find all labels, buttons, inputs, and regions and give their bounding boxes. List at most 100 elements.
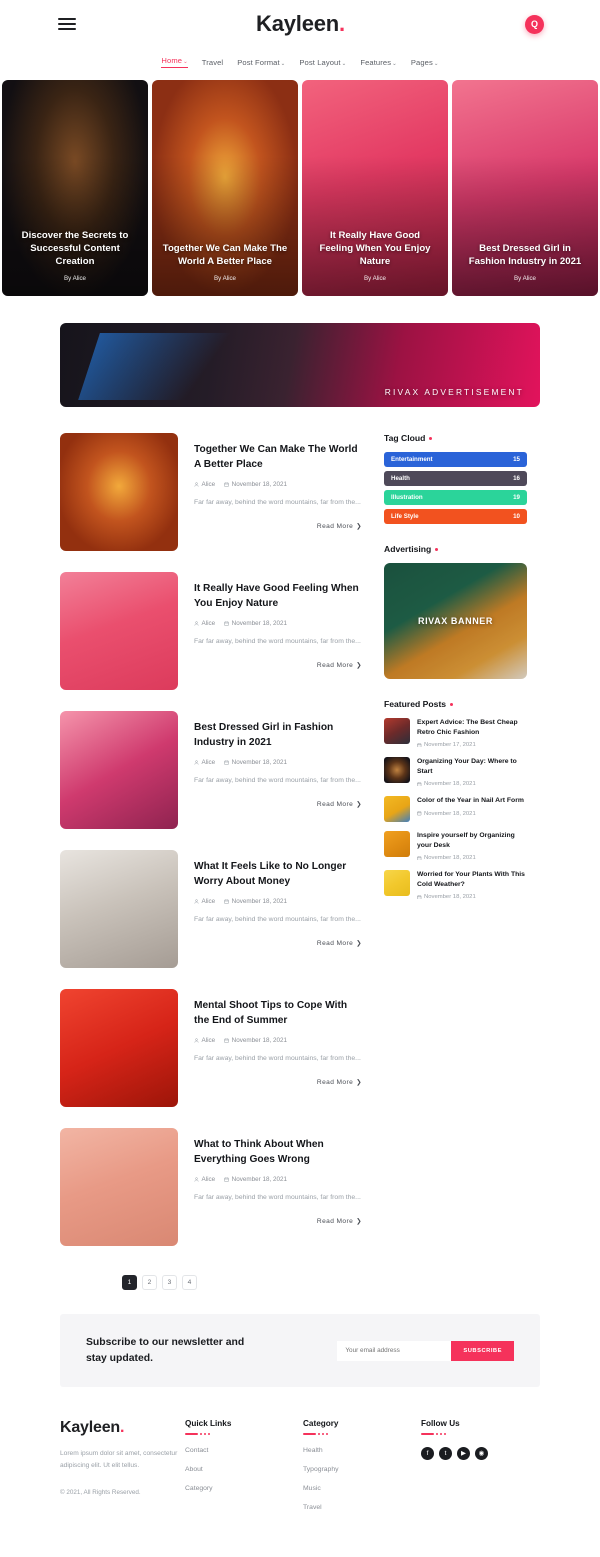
nav-item-pages[interactable]: Pages⌄ xyxy=(411,58,439,67)
footer-logo[interactable]: Kayleen. xyxy=(60,1419,185,1437)
tag-count: 15 xyxy=(513,456,520,463)
chevron-down-icon: ⌄ xyxy=(280,60,286,67)
instagram-icon[interactable]: ◉ xyxy=(475,1446,488,1460)
post-date: November 18, 2021 xyxy=(224,620,287,627)
nav-item-features[interactable]: Features⌄ xyxy=(360,58,397,67)
nav-item-label: Post Format xyxy=(237,57,280,67)
footer-link[interactable]: Travel xyxy=(303,1504,421,1511)
featured-post-item[interactable]: Inspire yourself by Organizing your Desk… xyxy=(384,831,527,861)
tag-list: Entertainment 15 Health 16 Illustration … xyxy=(384,452,527,524)
calendar-icon xyxy=(224,760,229,765)
footer-heading: Category xyxy=(303,1419,339,1428)
logo-dot: . xyxy=(339,11,345,36)
read-more-link[interactable]: Read More ❯ xyxy=(194,1078,362,1086)
chevron-right-icon: ❯ xyxy=(356,800,362,808)
nav-item-post-layout[interactable]: Post Layout⌄ xyxy=(299,58,346,67)
footer-link[interactable]: About xyxy=(185,1466,303,1473)
calendar-icon xyxy=(224,621,229,626)
footer-link[interactable]: Music xyxy=(303,1485,421,1492)
site-logo[interactable]: Kayleen. xyxy=(256,11,345,37)
featured-post-title: Organizing Your Day: Where to Start xyxy=(417,758,517,775)
post-title[interactable]: Together We Can Make The World A Better … xyxy=(194,443,362,473)
featured-post-item[interactable]: Organizing Your Day: Where to Start Nove… xyxy=(384,757,527,787)
widget-tag-cloud: Tag Cloud Entertainment 15 Health 16 Ill… xyxy=(384,433,527,524)
widget-title: Advertising xyxy=(384,544,527,554)
post-author-name: Alice xyxy=(201,758,216,766)
featured-post-date: November 18, 2021 xyxy=(417,811,524,817)
post-date-text: November 18, 2021 xyxy=(231,1175,287,1183)
newsletter-section: Subscribe to our newsletter and stay upd… xyxy=(0,1290,600,1387)
twitter-icon[interactable]: t xyxy=(439,1446,452,1460)
post-body: Together We Can Make The World A Better … xyxy=(194,433,362,551)
search-icon[interactable]: Q xyxy=(525,14,544,34)
post-item: Mental Shoot Tips to Cope With the End o… xyxy=(60,989,362,1107)
footer-heading: Quick Links xyxy=(185,1419,232,1428)
post-title[interactable]: What to Think About When Everything Goes… xyxy=(194,1138,362,1168)
post-title[interactable]: Mental Shoot Tips to Cope With the End o… xyxy=(194,999,362,1029)
nav-item-label: Pages xyxy=(410,57,433,67)
read-more-link[interactable]: Read More ❯ xyxy=(194,1217,362,1225)
hamburger-bar xyxy=(58,23,76,25)
featured-post-item[interactable]: Worried for Your Plants With This Cold W… xyxy=(384,870,527,900)
search-glyph: Q xyxy=(530,19,538,29)
nav-item-travel[interactable]: Travel xyxy=(202,58,223,67)
sidebar: Tag Cloud Entertainment 15 Health 16 Ill… xyxy=(384,433,527,920)
heading-underline xyxy=(185,1433,303,1435)
featured-post-date-text: November 18, 2021 xyxy=(424,781,476,788)
advertisement-banner[interactable]: RIVAX ADVERTISEMENT xyxy=(60,323,540,407)
featured-post-title: Expert Advice: The Best Cheap Retro Chic… xyxy=(417,719,518,736)
post-title[interactable]: It Really Have Good Feeling When You Enj… xyxy=(194,582,362,612)
tag-item[interactable]: Entertainment 15 xyxy=(384,452,527,467)
post-title[interactable]: What It Feels Like to No Longer Worry Ab… xyxy=(194,860,362,890)
post-meta: Alice November 18, 2021 xyxy=(194,481,362,488)
featured-post-item[interactable]: Expert Advice: The Best Cheap Retro Chic… xyxy=(384,718,527,748)
footer-link[interactable]: Category xyxy=(185,1485,303,1492)
post-thumbnail[interactable] xyxy=(60,711,178,829)
post-date: November 18, 2021 xyxy=(224,481,287,488)
footer-category: Category Health Typography Music Travel xyxy=(303,1419,421,1523)
read-more-label: Read More xyxy=(316,939,354,947)
post-thumbnail[interactable] xyxy=(60,989,178,1107)
heading-underline xyxy=(303,1433,421,1435)
pagination-page-3[interactable]: 3 xyxy=(162,1275,177,1290)
read-more-link[interactable]: Read More ❯ xyxy=(194,522,362,530)
sidebar-ad-banner[interactable]: RIVAX BANNER xyxy=(384,563,527,679)
social-links: f t ▶ ◉ xyxy=(421,1446,539,1460)
post-thumbnail[interactable] xyxy=(60,1128,178,1246)
hamburger-icon[interactable] xyxy=(58,18,76,30)
subscribe-button[interactable]: SUBSCRIBE xyxy=(451,1340,514,1361)
footer-heading: Follow Us xyxy=(421,1419,460,1428)
user-icon xyxy=(194,1176,199,1182)
nav-item-home[interactable]: Home⌄ xyxy=(161,56,188,68)
pagination-page-1[interactable]: 1 xyxy=(122,1275,137,1290)
nav-item-post-format[interactable]: Post Format⌄ xyxy=(237,58,285,67)
hero-slide[interactable]: Discover the Secrets to Successful Conte… xyxy=(2,80,148,296)
footer-link[interactable]: Contact xyxy=(185,1447,303,1454)
footer-link[interactable]: Typography xyxy=(303,1466,421,1473)
featured-post-thumbnail xyxy=(384,796,410,823)
email-input[interactable] xyxy=(337,1340,452,1361)
featured-post-thumbnail xyxy=(384,757,410,784)
read-more-link[interactable]: Read More ❯ xyxy=(194,661,362,669)
pagination-page-4[interactable]: 4 xyxy=(182,1275,197,1290)
hero-slide[interactable]: It Really Have Good Feeling When You Enj… xyxy=(302,80,448,296)
facebook-icon[interactable]: f xyxy=(421,1446,434,1460)
featured-post-item[interactable]: Color of the Year in Nail Art Form Novem… xyxy=(384,796,527,823)
footer-link[interactable]: Health xyxy=(303,1447,421,1454)
youtube-icon[interactable]: ▶ xyxy=(457,1446,470,1460)
pagination-page-2[interactable]: 2 xyxy=(142,1275,157,1290)
post-title[interactable]: Best Dressed Girl in Fashion Industry in… xyxy=(194,721,362,751)
read-more-link[interactable]: Read More ❯ xyxy=(194,800,362,808)
tag-item[interactable]: Life Style 10 xyxy=(384,509,527,524)
user-icon xyxy=(194,759,199,765)
read-more-label: Read More xyxy=(316,1078,354,1086)
hero-slide[interactable]: Best Dressed Girl in Fashion Industry in… xyxy=(452,80,598,296)
post-thumbnail[interactable] xyxy=(60,572,178,690)
tag-item[interactable]: Illustration 19 xyxy=(384,490,527,505)
post-thumbnail[interactable] xyxy=(60,433,178,551)
read-more-link[interactable]: Read More ❯ xyxy=(194,939,362,947)
tag-item[interactable]: Health 16 xyxy=(384,471,527,486)
chevron-right-icon: ❯ xyxy=(356,939,362,947)
hero-slide[interactable]: Together We Can Make The World A Better … xyxy=(152,80,298,296)
post-thumbnail[interactable] xyxy=(60,850,178,968)
